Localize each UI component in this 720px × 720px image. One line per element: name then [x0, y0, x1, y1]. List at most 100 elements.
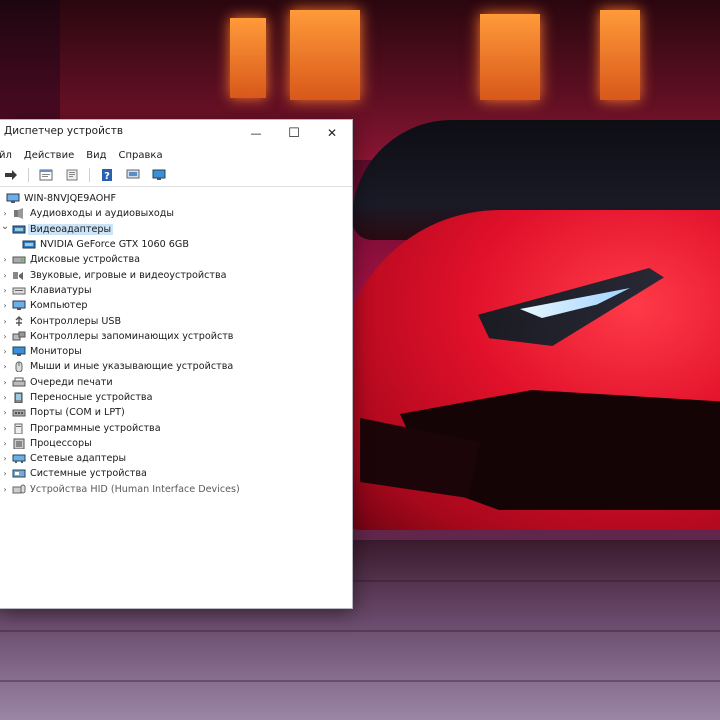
chevron-right-icon[interactable]: › — [0, 408, 10, 417]
help-icon: ? — [102, 169, 112, 181]
tree-category-14[interactable]: › Программные устройства — [0, 420, 352, 435]
tree-category-label: Мыши и иные указывающие устройства — [30, 361, 234, 373]
driver-icon — [66, 169, 78, 181]
chevron-right-icon[interactable]: › — [0, 469, 10, 478]
chevron-right-icon[interactable]: › — [0, 317, 10, 326]
svg-text:?: ? — [104, 171, 110, 181]
chevron-right-icon[interactable]: › — [0, 439, 10, 448]
tree-category-2[interactable]: ⌄ Видеоадаптеры — [0, 221, 352, 237]
close-button[interactable]: ✕ — [314, 122, 350, 144]
chevron-right-icon[interactable]: › — [0, 286, 10, 295]
keyboard-icon — [12, 285, 26, 296]
chevron-right-icon[interactable]: › — [0, 271, 10, 280]
tree-category-label: Контроллеры запоминающих устройств — [30, 330, 234, 342]
tree-category-label: Устройства HID (Human Interface Devices) — [30, 483, 240, 495]
tree-category-9[interactable]: › Мониторы — [0, 344, 352, 359]
toolbar: ? — [0, 164, 352, 187]
tree-category-label: Контроллеры USB — [30, 315, 122, 327]
menu-file[interactable]: йл — [0, 150, 18, 161]
forward-arrow-icon — [5, 170, 17, 180]
tree-category-12[interactable]: › Переносные устройства — [0, 390, 352, 405]
tree-category-7[interactable]: › Контроллеры USB — [0, 313, 352, 328]
tree-category-label: Клавиатуры — [30, 284, 92, 296]
monitor-icon — [152, 169, 166, 180]
port-icon — [12, 407, 26, 418]
tree-root[interactable]: WIN-8NVJQE9AOHF — [0, 191, 352, 206]
maximize-button[interactable]: ☐ — [276, 122, 312, 144]
tree-category-3[interactable]: › Дисковые устройства — [0, 252, 352, 267]
forward-button[interactable] — [2, 167, 20, 183]
tree-category-label: Дисковые устройства — [30, 254, 140, 266]
chevron-right-icon[interactable]: › — [0, 378, 10, 387]
maximize-icon: ☐ — [288, 125, 300, 141]
hid-icon — [12, 484, 26, 495]
chevron-right-icon[interactable]: › — [0, 255, 10, 264]
computer-icon — [6, 193, 20, 204]
display-adapter-icon — [22, 239, 36, 250]
update-driver-button[interactable] — [63, 167, 81, 183]
chevron-right-icon[interactable]: › — [0, 301, 10, 310]
device-manager-window: Диспетчер устройств — ☐ ✕ йл Действие Ви… — [0, 119, 353, 609]
computer-icon — [126, 169, 140, 179]
device-tree: WIN-8NVJQE9AOHF › Аудиовходы и аудиовыход… — [0, 187, 352, 497]
storage-controller-icon — [12, 331, 26, 342]
tree-category-4[interactable]: › Звуковые, игровые и видеоустройства — [0, 267, 352, 282]
processor-icon — [12, 438, 26, 450]
menu-action[interactable]: Действие — [18, 150, 80, 161]
tree-category-label: Звуковые, игровые и видеоустройства — [30, 269, 227, 281]
menu-view[interactable]: Вид — [80, 150, 112, 161]
mouse-icon — [12, 361, 26, 373]
chevron-right-icon[interactable]: › — [0, 424, 10, 433]
tree-category-label: Очереди печати — [30, 376, 113, 388]
chevron-down-icon[interactable]: ⌄ — [0, 221, 10, 232]
chevron-right-icon[interactable]: › — [0, 485, 10, 494]
tree-category-label: Системные устройства — [30, 468, 147, 480]
tree-category-10[interactable]: › Мыши и иные указывающие устройства — [0, 359, 352, 374]
properties-icon — [39, 169, 53, 181]
tree-category-16[interactable]: › Сетевые адаптеры — [0, 451, 352, 466]
tree-category-8[interactable]: › Контроллеры запоминающих устройств — [0, 329, 352, 344]
minimize-button[interactable]: — — [238, 122, 274, 144]
tree-category-18[interactable]: › Устройства HID (Human Interface Devices… — [0, 482, 352, 497]
tree-category-11[interactable]: › Очереди печати — [0, 375, 352, 390]
tree-device[interactable]: NVIDIA GeForce GTX 1060 6GB — [0, 237, 352, 252]
tree-category-label: Сетевые адаптеры — [30, 453, 127, 465]
usb-icon — [12, 315, 26, 327]
title-bar[interactable]: Диспетчер устройств — ☐ ✕ — [0, 120, 352, 146]
audio-icon — [12, 208, 26, 220]
tree-category-label: Видеоадаптеры — [28, 223, 114, 235]
disk-icon — [12, 254, 26, 265]
chevron-right-icon[interactable]: › — [0, 347, 10, 356]
network-adapter-icon — [12, 453, 26, 464]
printer-icon — [12, 377, 26, 388]
chevron-right-icon[interactable]: › — [0, 209, 10, 218]
tree-category-6[interactable]: › Компьютер — [0, 298, 352, 313]
tree-device-label: NVIDIA GeForce GTX 1060 6GB — [40, 239, 189, 251]
tree-category-label: Компьютер — [30, 300, 88, 312]
tree-category-15[interactable]: › Процессоры — [0, 436, 352, 451]
tree-category-label: Программные устройства — [30, 422, 161, 434]
scan-hardware-button[interactable] — [150, 167, 168, 183]
tree-category-label: Мониторы — [30, 346, 82, 358]
resources-button[interactable] — [124, 167, 142, 183]
tree-category-17[interactable]: › Системные устройства — [0, 466, 352, 481]
tree-category-label: Процессоры — [30, 437, 92, 449]
tree-category-1[interactable]: › Аудиовходы и аудиовыходы — [0, 206, 352, 221]
chevron-right-icon[interactable]: › — [0, 393, 10, 402]
tree-category-13[interactable]: › Порты (COM и LPT) — [0, 405, 352, 420]
portable-device-icon — [12, 392, 26, 404]
tree-root-label: WIN-8NVJQE9AOHF — [24, 193, 117, 205]
computer-icon — [12, 300, 26, 311]
minimize-icon: — — [250, 126, 262, 140]
chevron-right-icon[interactable]: › — [0, 454, 10, 463]
help-button[interactable]: ? — [98, 167, 116, 183]
menu-help[interactable]: Справка — [113, 150, 169, 161]
tree-category-5[interactable]: › Клавиатуры — [0, 283, 352, 298]
window-title: Диспетчер устройств — [4, 125, 124, 137]
chevron-right-icon[interactable]: › — [0, 362, 10, 371]
tree-category-label: Переносные устройства — [30, 392, 153, 403]
properties-button[interactable] — [37, 167, 55, 183]
sound-icon — [12, 270, 26, 281]
tree-category-label: Аудиовходы и аудиовыходы — [30, 208, 174, 220]
chevron-right-icon[interactable]: › — [0, 332, 10, 341]
